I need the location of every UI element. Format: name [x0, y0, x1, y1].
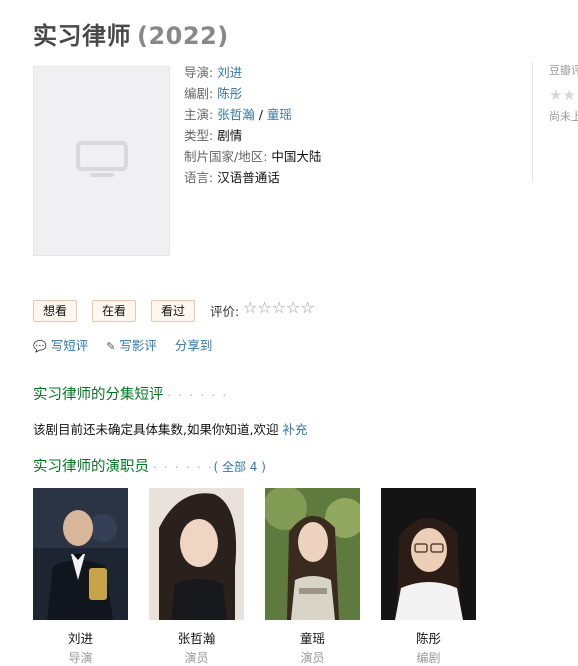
rating-star-3-icon[interactable]: ☆ — [272, 298, 286, 317]
genre-row: 类型: 剧情 — [184, 125, 321, 146]
rating-star-5-icon[interactable]: ☆ — [300, 298, 314, 317]
write-short-review-link[interactable]: 💬 写短评 — [33, 338, 88, 353]
cast-name: 张哲瀚 — [177, 631, 216, 646]
cast-role: 演员 — [184, 651, 209, 665]
episode-notice: 该剧目前还未确定具体集数,如果你知道,欢迎 补充 — [33, 419, 307, 438]
director-link[interactable]: 刘进 — [217, 65, 242, 80]
action-links: 💬 写短评 ✎ 写影评 分享到 — [33, 335, 226, 354]
cast-section-dots: · · · · · · — [153, 461, 214, 474]
stars-label: 主演: — [184, 107, 214, 122]
watched-button[interactable]: 看过 — [151, 300, 196, 322]
cast-card[interactable]: 刘进 导演 — [33, 488, 128, 666]
comment-icon: 💬 — [33, 340, 47, 353]
writer-link[interactable]: 陈彤 — [217, 86, 242, 101]
genre-value: 剧情 — [217, 128, 243, 143]
share-link[interactable]: 分享到 — [175, 338, 213, 353]
rating-star-1-icon[interactable]: ☆ — [243, 298, 257, 317]
want-to-watch-button[interactable]: 想看 — [33, 300, 78, 322]
episode-section-dots: · · · · · · — [167, 389, 228, 402]
rating-stars: ☆☆☆☆☆ — [243, 298, 315, 317]
cast-section-heading: 实习律师的演职员 — [33, 459, 149, 475]
write-short-review-label: 写短评 — [50, 338, 89, 353]
cast-role: 演员 — [300, 651, 325, 665]
episode-section-heading: 实习律师的分集短评 — [33, 387, 164, 403]
write-review-link[interactable]: ✎ 写影评 — [106, 338, 157, 353]
rating-sidebar: 豆瓣评 ★★ 尚未上 — [532, 62, 578, 182]
page-title: 实习律师 (2022) — [33, 16, 229, 51]
genre-label: 类型: — [184, 128, 214, 143]
country-label: 制片国家/地区: — [184, 149, 268, 164]
cast-photo-actress — [265, 488, 360, 620]
cast-card[interactable]: 童瑶 演员 — [265, 488, 360, 666]
watching-button[interactable]: 在看 — [92, 300, 137, 322]
language-value: 汉语普通话 — [217, 170, 280, 185]
director-row: 导演: 刘进 — [184, 62, 321, 83]
star-link-1[interactable]: 张哲瀚 — [217, 107, 255, 122]
cast-all-link[interactable]: ( 全部 4 ) — [213, 460, 265, 474]
rating-star-4-icon[interactable]: ☆ — [286, 298, 300, 317]
cast-name: 童瑶 — [299, 631, 325, 646]
cast-section-title: 实习律师的演职员 · · · · · ·( 全部 4 ) — [33, 455, 266, 476]
cast-card[interactable]: 张哲瀚 演员 — [149, 488, 244, 666]
cast-role: 编剧 — [416, 651, 441, 665]
episode-section-title: 实习律师的分集短评 · · · · · · — [33, 383, 228, 404]
stars-row: 主演: 张哲瀚 / 童瑶 — [184, 104, 321, 125]
show-year: (2022) — [137, 22, 229, 50]
cast-photo-writer — [381, 488, 476, 620]
star-separator: / — [258, 107, 263, 122]
sidebar-stars: ★★ — [549, 86, 576, 104]
info-panel: 导演: 刘进 编剧: 陈彤 主演: 张哲瀚 / 童瑶 类型: 剧情 制片国家/地… — [184, 62, 321, 188]
country-row: 制片国家/地区: 中国大陆 — [184, 146, 321, 167]
cast-card[interactable]: 陈彤 编剧 — [381, 488, 476, 666]
douban-rating-label: 豆瓣评 — [549, 64, 578, 77]
show-title: 实习律师 — [33, 22, 131, 50]
cast-photo-director — [33, 488, 128, 620]
country-value: 中国大陆 — [271, 149, 322, 164]
poster-placeholder[interactable] — [33, 66, 170, 256]
cast-name: 刘进 — [67, 631, 93, 646]
rating-star-2-icon[interactable]: ☆ — [257, 298, 271, 317]
rating-label: 评价: — [210, 304, 240, 319]
language-row: 语言: 汉语普通话 — [184, 167, 321, 188]
writer-row: 编剧: 陈彤 — [184, 83, 321, 104]
cast-photo-actor — [149, 488, 244, 620]
pencil-icon: ✎ — [106, 340, 116, 353]
write-review-label: 写影评 — [119, 338, 157, 353]
no-rating-text: 尚未上 — [549, 110, 578, 123]
episode-supplement-link[interactable]: 补充 — [282, 422, 307, 437]
language-label: 语言: — [184, 170, 214, 185]
cast-role: 导演 — [68, 651, 93, 665]
writer-label: 编剧: — [184, 86, 214, 101]
cast-name: 陈彤 — [415, 631, 441, 646]
episode-notice-text: 该剧目前还未确定具体集数,如果你知道,欢迎 — [33, 422, 279, 437]
star-link-2[interactable]: 童瑶 — [267, 107, 292, 122]
director-label: 导演: — [184, 65, 214, 80]
tv-icon — [76, 141, 128, 177]
